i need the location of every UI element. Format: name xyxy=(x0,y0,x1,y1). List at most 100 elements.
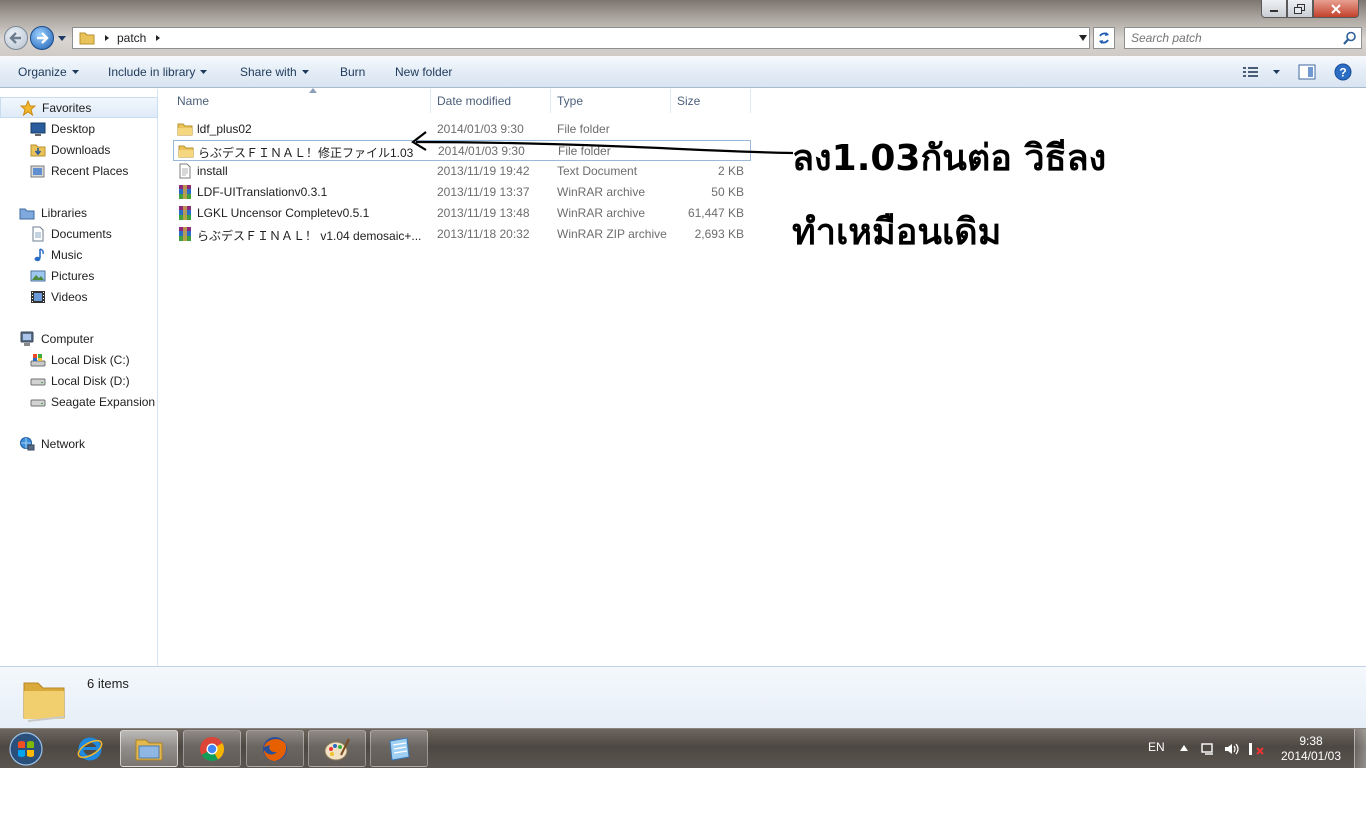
nav-desktop[interactable]: Desktop xyxy=(0,118,158,139)
nav-music-label: Music xyxy=(51,247,83,262)
preview-pane-icon[interactable] xyxy=(1298,64,1316,80)
file-size: 50 KB xyxy=(711,185,744,199)
nav-favorites[interactable]: Favorites xyxy=(0,97,158,118)
firefox-icon xyxy=(263,736,287,761)
share-with-menu[interactable]: Share with xyxy=(240,65,309,79)
taskbar-notepad[interactable] xyxy=(370,730,428,767)
annotation-text-line1: ลง1.03กันต่อ วิธีลง xyxy=(792,138,1107,179)
search-icon[interactable] xyxy=(1343,31,1357,45)
nav-network-label: Network xyxy=(41,436,86,451)
nav-seagate[interactable]: Seagate Expansion D xyxy=(0,391,158,412)
taskbar-explorer[interactable] xyxy=(120,730,178,767)
nav-documents-label: Documents xyxy=(51,226,112,241)
nav-local-disk-c-label: Local Disk (C:) xyxy=(51,352,130,367)
file-name: install xyxy=(197,164,228,178)
search-box[interactable] xyxy=(1124,27,1362,49)
column-type[interactable]: Type xyxy=(551,89,671,113)
column-name[interactable]: Name xyxy=(171,88,431,113)
nav-local-disk-c[interactable]: Local Disk (C:) xyxy=(0,349,158,370)
refresh-button[interactable] xyxy=(1093,27,1115,49)
chevron-down-icon xyxy=(71,70,79,74)
navigation-pane: Favorites Desktop Downloads Recent Place… xyxy=(0,89,158,666)
arrow-left-icon xyxy=(9,32,21,44)
file-date: 2013/11/19 13:37 xyxy=(437,185,530,199)
nav-computer[interactable]: Computer xyxy=(0,328,158,349)
file-type: WinRAR archive xyxy=(557,185,646,199)
taskbar-firefox[interactable] xyxy=(246,730,304,767)
breadcrumb-chevron-icon[interactable] xyxy=(103,34,111,42)
annotation-arrow xyxy=(411,131,794,155)
downloads-folder-icon xyxy=(30,144,46,156)
file-row[interactable]: install 2013/11/19 19:42 Text Document 2… xyxy=(173,161,751,182)
file-date: 2013/11/18 20:32 xyxy=(437,227,530,241)
change-view-button[interactable] xyxy=(1243,64,1283,80)
nav-documents[interactable]: Documents xyxy=(0,223,158,244)
nav-computer-label: Computer xyxy=(41,331,94,346)
view-list-icon xyxy=(1243,67,1258,77)
nav-downloads[interactable]: Downloads xyxy=(0,139,158,160)
language-indicator[interactable]: EN xyxy=(1148,740,1165,754)
chrome-icon xyxy=(200,736,225,761)
system-drive-icon xyxy=(30,353,46,366)
file-row[interactable]: LGKL Uncensor Completev0.5.1 2013/11/19 … xyxy=(173,203,751,224)
text-file-icon xyxy=(179,163,191,179)
nav-pictures[interactable]: Pictures xyxy=(0,265,158,286)
organize-menu[interactable]: Organize xyxy=(18,65,79,79)
file-type: WinRAR archive xyxy=(557,206,646,220)
external-drive-icon xyxy=(30,399,46,406)
recent-pages-dropdown[interactable] xyxy=(57,33,67,43)
taskbar-paint[interactable] xyxy=(308,730,366,767)
help-icon[interactable]: ? xyxy=(1334,63,1352,81)
close-icon xyxy=(1331,3,1341,14)
restore-button[interactable] xyxy=(1287,0,1313,18)
details-pane: 6 items xyxy=(0,666,1366,728)
folder-icon xyxy=(79,32,95,45)
breadcrumb-chevron-icon[interactable] xyxy=(154,34,162,42)
clock[interactable]: 9:38 2014/01/03 xyxy=(1276,734,1346,764)
file-row[interactable]: LDF-UITranslationv0.3.1 2013/11/19 13:37… xyxy=(173,182,751,203)
breadcrumb-patch[interactable]: patch xyxy=(117,31,146,45)
nav-music[interactable]: Music xyxy=(0,244,158,265)
file-row[interactable]: らぶデスＦＩＮＡＬ！ v1.04 demosaic+... 2013/11/18… xyxy=(173,224,751,245)
folder-icon xyxy=(23,682,65,722)
winrar-icon xyxy=(179,206,191,220)
chevron-down-icon xyxy=(301,70,309,74)
nav-libraries[interactable]: Libraries xyxy=(0,202,158,223)
network-disconnected-icon[interactable] xyxy=(1248,742,1264,756)
computer-icon xyxy=(20,331,34,346)
volume-icon[interactable] xyxy=(1224,742,1240,756)
nav-local-disk-d[interactable]: Local Disk (D:) xyxy=(0,370,158,391)
organize-label: Organize xyxy=(18,65,67,79)
forward-button[interactable] xyxy=(30,26,54,50)
screen: patch Organize Include in library Share … xyxy=(0,0,1366,768)
column-size[interactable]: Size xyxy=(671,89,751,113)
minimize-icon xyxy=(1270,9,1278,12)
music-icon xyxy=(34,247,44,261)
star-icon xyxy=(20,99,36,116)
search-input[interactable] xyxy=(1131,29,1341,47)
nav-recent-places[interactable]: Recent Places xyxy=(0,160,158,181)
back-button[interactable] xyxy=(4,26,28,50)
file-type: WinRAR ZIP archive xyxy=(557,227,667,241)
start-button[interactable] xyxy=(6,731,46,767)
file-name: らぶデスＦＩＮＡＬ！修正ファイル1.03 xyxy=(198,146,414,160)
svg-text:?: ? xyxy=(1339,66,1346,80)
taskbar-ie[interactable] xyxy=(61,730,119,767)
taskbar-chrome[interactable] xyxy=(183,730,241,767)
minimize-button[interactable] xyxy=(1261,0,1287,18)
include-in-library-menu[interactable]: Include in library xyxy=(108,65,208,79)
new-folder-button[interactable]: New folder xyxy=(395,65,452,79)
column-date-modified[interactable]: Date modified xyxy=(431,89,551,113)
close-button[interactable] xyxy=(1313,0,1359,18)
nav-videos[interactable]: Videos xyxy=(0,286,158,307)
burn-button[interactable]: Burn xyxy=(340,65,365,79)
address-bar[interactable]: patch xyxy=(72,27,1090,49)
show-hidden-icons-icon[interactable] xyxy=(1180,745,1188,751)
nav-network[interactable]: Network xyxy=(0,433,158,454)
address-dropdown-icon[interactable] xyxy=(1079,35,1087,41)
nav-videos-label: Videos xyxy=(51,289,88,304)
explorer-icon xyxy=(135,739,163,760)
show-desktop-button[interactable] xyxy=(1354,729,1366,768)
paint-icon xyxy=(324,738,350,760)
action-center-icon[interactable] xyxy=(1200,742,1216,756)
